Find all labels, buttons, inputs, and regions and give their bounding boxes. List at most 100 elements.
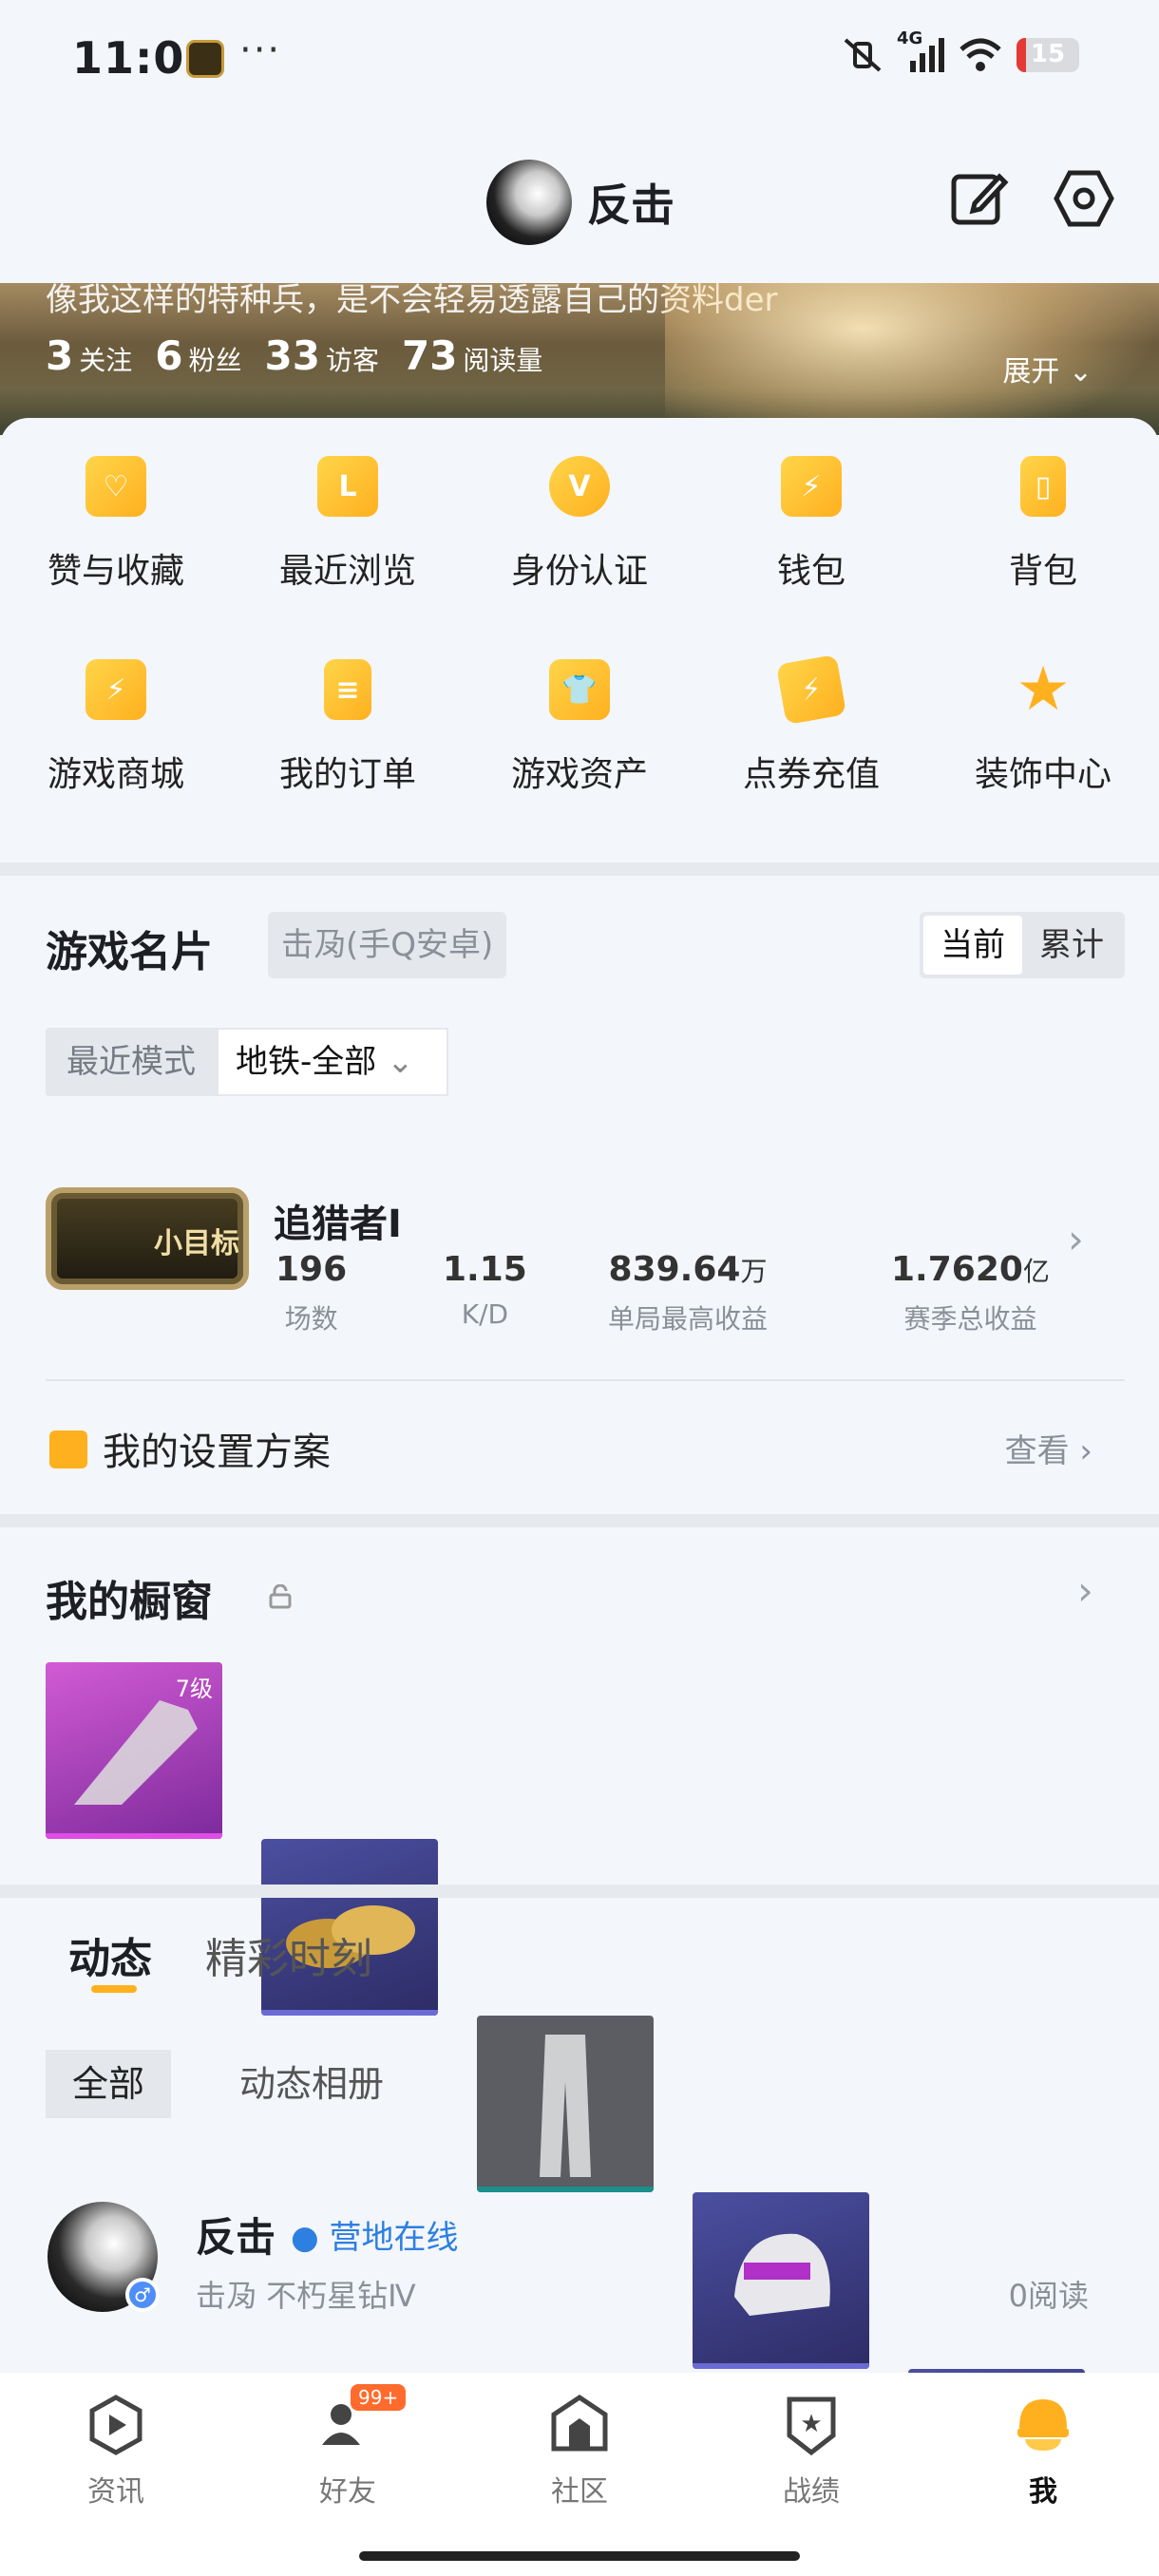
toggle-total[interactable]: 累计 bbox=[1022, 916, 1121, 975]
stat-value: 33 bbox=[264, 332, 320, 379]
record-icon: ★ bbox=[787, 2396, 836, 2456]
app-notification-icon bbox=[186, 40, 224, 78]
profile-stats: 3 关注 6 粉丝 33 访客 73 阅读量 bbox=[46, 332, 542, 379]
grid-item-history[interactable]: L 最近浏览 bbox=[232, 456, 464, 593]
grid-item-shop[interactable]: ⚡ 游戏商城 bbox=[0, 659, 232, 796]
stat-value: 6 bbox=[155, 332, 183, 379]
nav-friends[interactable]: 99+ 好友 bbox=[253, 2384, 443, 2510]
grid-label: 装饰中心 bbox=[974, 755, 1112, 794]
news-icon bbox=[89, 2395, 142, 2455]
stat-value: 839.64 bbox=[608, 1250, 741, 1289]
tab-highlights[interactable]: 精彩时刻 bbox=[205, 1924, 372, 1985]
stat-visitors[interactable]: 33 访客 bbox=[265, 332, 379, 379]
settings-plan-label[interactable]: 我的设置方案 bbox=[103, 1421, 331, 1476]
grid-item-likes[interactable]: ♡ 赞与收藏 bbox=[0, 456, 232, 593]
grid-label: 游戏商城 bbox=[47, 755, 184, 794]
section-divider bbox=[0, 1885, 1159, 1898]
backpack-icon: ▯ bbox=[1020, 456, 1066, 517]
shopping-bag-icon: ⚡ bbox=[86, 659, 146, 720]
stat-label: 单局最高收益 bbox=[608, 1303, 769, 1335]
stat-matches: 196 场数 bbox=[276, 1250, 347, 1336]
stat-kd: 1.15 K/D bbox=[443, 1250, 527, 1330]
stat-reads[interactable]: 73 阅读量 bbox=[402, 332, 542, 379]
nav-label: 社区 bbox=[551, 2475, 608, 2509]
mode-select[interactable]: 地铁-全部 ⌄ bbox=[217, 1028, 448, 1096]
rank-name: 追猎者Ⅰ bbox=[274, 1203, 402, 1246]
online-label: 营地在线 bbox=[329, 2219, 459, 2257]
grid-item-wallet[interactable]: ⚡ 钱包 bbox=[695, 456, 927, 593]
tab-indicator bbox=[91, 1985, 137, 1993]
stat-season-income: 1.7620亿 赛季总收益 bbox=[891, 1250, 1050, 1336]
grid-label: 钱包 bbox=[776, 552, 846, 591]
item-level: 7级 bbox=[175, 1676, 213, 1702]
battery-level: 15 bbox=[1030, 40, 1066, 68]
grid-label: 最近浏览 bbox=[278, 552, 416, 591]
stat-label: 阅读量 bbox=[463, 345, 543, 376]
settings-icon[interactable] bbox=[1053, 167, 1115, 230]
nav-records[interactable]: ★ 战绩 bbox=[716, 2394, 906, 2510]
grid-label: 赞与收藏 bbox=[47, 552, 184, 591]
chip-all[interactable]: 全部 bbox=[46, 2050, 171, 2118]
me-icon bbox=[1017, 2399, 1069, 2451]
grid-item-assets[interactable]: 👕 游戏资产 bbox=[464, 659, 695, 796]
helmet-icon bbox=[734, 2233, 830, 2316]
stat-value: 196 bbox=[276, 1250, 348, 1289]
home-indicator[interactable] bbox=[359, 2551, 800, 2561]
nav-news[interactable]: 资讯 bbox=[21, 2394, 211, 2510]
post-meta: 击夃 不朽星钻Ⅳ bbox=[196, 2278, 416, 2314]
chevron-right-icon: › bbox=[1079, 1432, 1092, 1470]
stat-following[interactable]: 3 关注 bbox=[46, 332, 132, 379]
showcase-title: 我的橱窗 bbox=[46, 1578, 213, 1626]
stat-label: 赛季总收益 bbox=[903, 1303, 1037, 1335]
grid-item-orders[interactable]: ≡ 我的订单 bbox=[232, 659, 464, 796]
status-icons: 4G 15 bbox=[842, 28, 1079, 74]
shortcut-grid: ♡ 赞与收藏 L 最近浏览 V 身份认证 ⚡ 钱包 ▯ 背包 ⚡ 游戏商城 ≡ 我的订单 👕 游… bbox=[0, 456, 1159, 796]
wifi-icon bbox=[960, 38, 1001, 71]
avatar[interactable] bbox=[486, 160, 572, 245]
server-tag[interactable]: 击夃(手Q安卓) bbox=[268, 912, 507, 978]
history-icon: L bbox=[317, 456, 378, 517]
grid-label: 我的订单 bbox=[278, 755, 416, 794]
order-icon: ≡ bbox=[324, 659, 371, 720]
profile-banner: 像我这样的特种兵，是不会轻易透露自己的资料der 3 关注 6 粉丝 33 访客 73… bbox=[0, 283, 1159, 435]
stat-label: 访客 bbox=[325, 345, 379, 376]
stat-value: 3 bbox=[46, 332, 74, 379]
chevron-right-icon[interactable]: › bbox=[1068, 1216, 1084, 1262]
post-author[interactable]: 反击 bbox=[196, 2206, 276, 2263]
mode-value: 地铁-全部 bbox=[236, 1043, 377, 1081]
grid-item-backpack[interactable]: ▯ 背包 bbox=[927, 456, 1159, 593]
section-divider bbox=[0, 1514, 1159, 1527]
chevron-down-icon: ⌄ bbox=[1068, 355, 1092, 388]
stat-label: K/D bbox=[461, 1298, 509, 1330]
mode-label: 最近模式 bbox=[46, 1028, 217, 1096]
stat-value: 1.15 bbox=[443, 1250, 527, 1289]
nav-me[interactable]: 我 bbox=[948, 2394, 1138, 2510]
v-badge-icon: V bbox=[549, 456, 610, 517]
stat-followers[interactable]: 6 粉丝 bbox=[155, 332, 241, 379]
expand-button[interactable]: 展开 ⌄ bbox=[1002, 348, 1092, 389]
view-plan-link[interactable]: 查看 › bbox=[1005, 1425, 1092, 1471]
grid-label: 游戏资产 bbox=[510, 755, 648, 794]
stat-value: 1.7620 bbox=[891, 1250, 1023, 1289]
tab-feed[interactable]: 动态 bbox=[68, 1924, 152, 1985]
grid-item-decor[interactable]: ★ 装饰中心 bbox=[927, 654, 1159, 796]
chevron-right-icon[interactable]: › bbox=[1077, 1567, 1093, 1614]
showcase-item-pants[interactable] bbox=[477, 2016, 654, 2192]
nav-community[interactable]: 社区 bbox=[484, 2394, 674, 2510]
toggle-current[interactable]: 当前 bbox=[923, 916, 1022, 975]
mute-vibrate-icon bbox=[844, 38, 882, 72]
community-icon bbox=[551, 2394, 608, 2452]
grid-item-recharge[interactable]: ⚡ 点券充值 bbox=[695, 653, 927, 796]
star-icon: ★ bbox=[1016, 654, 1071, 725]
showcase-item-weapon[interactable]: 7级 bbox=[46, 1662, 222, 1839]
chevron-down-icon: ⌄ bbox=[387, 1043, 414, 1081]
battery-icon: 15 bbox=[1016, 38, 1079, 72]
grid-item-verify[interactable]: V 身份认证 bbox=[464, 456, 695, 593]
showcase-item-helmet[interactable] bbox=[693, 2192, 869, 2369]
badge-text: 小目标 bbox=[154, 1227, 239, 1260]
svg-text:★: ★ bbox=[800, 2410, 822, 2438]
edit-icon[interactable] bbox=[948, 167, 1011, 230]
stat-value: 73 bbox=[401, 332, 458, 379]
chip-album[interactable]: 动态相册 bbox=[239, 2050, 384, 2118]
online-status: ● 营地在线 bbox=[291, 2219, 459, 2257]
